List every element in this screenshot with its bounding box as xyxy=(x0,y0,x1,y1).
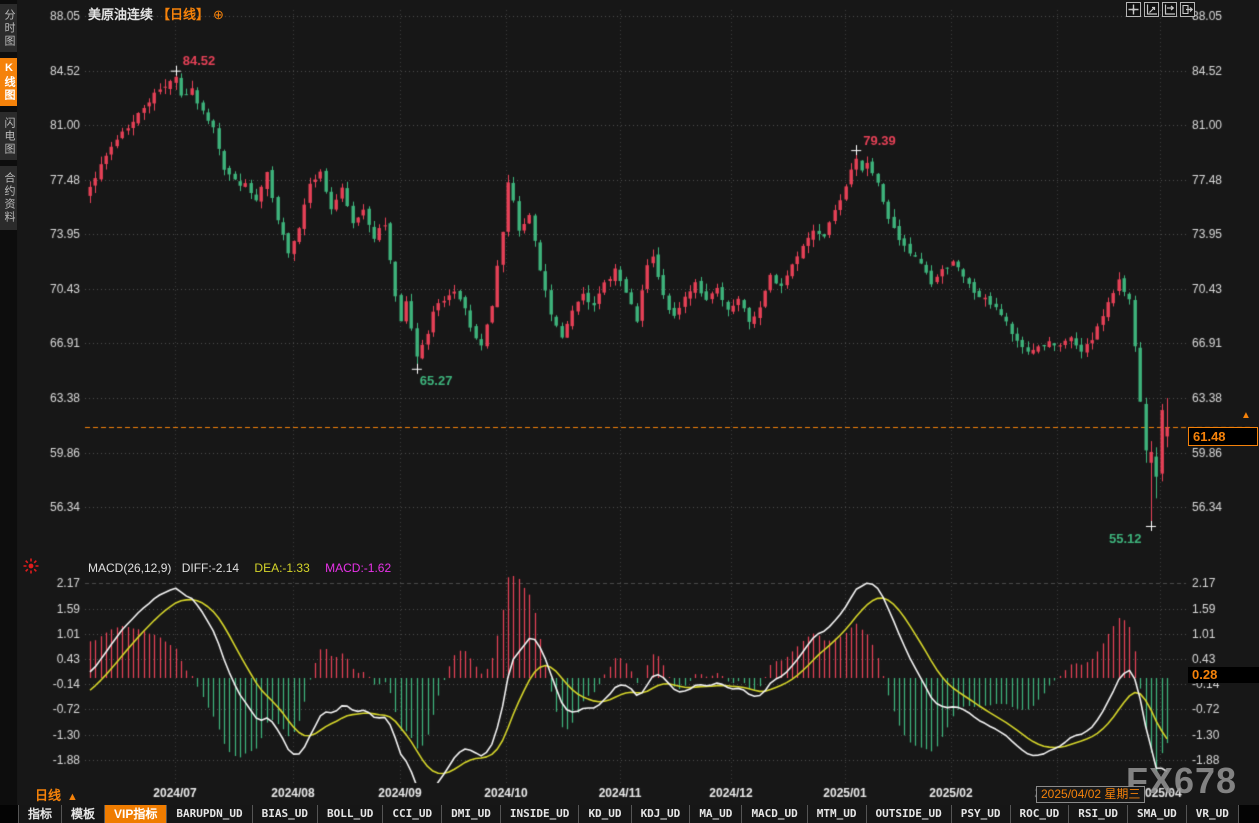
pan-crosshair-icon[interactable] xyxy=(1126,2,1141,17)
macd-macd-value: MACD:-1.62 xyxy=(325,561,391,575)
toolbar-item-mtm[interactable]: MTM_UD xyxy=(807,805,866,823)
toolbar-item-roc[interactable]: ROC_UD xyxy=(1010,805,1069,823)
macd-current-badge: 0.28 xyxy=(1188,667,1259,683)
toolbar-item-template[interactable]: 模板 xyxy=(61,805,104,823)
chart-tools xyxy=(1126,2,1195,17)
chart-canvas[interactable] xyxy=(0,0,1259,823)
crosshair-date-tooltip: 2025/04/02 星期三 xyxy=(1036,786,1145,803)
sidebar-item-kline-chart[interactable]: K线图 xyxy=(0,58,17,106)
trading-app-window: 分时图 K线图 闪电图 合约资料 美原油连续【日线】⊕ MACD xyxy=(0,0,1259,823)
toolbar-item-inside[interactable]: INSIDE_UD xyxy=(500,805,579,823)
period-selector-label: 日线 xyxy=(35,788,61,803)
toolbar-item-psy[interactable]: PSY_UD xyxy=(951,805,1010,823)
current-price-badge: 61.48 xyxy=(1188,427,1258,446)
macd-indicator-header: MACD(26,12,9) DIFF:-2.14 DEA:-1.33 MACD:… xyxy=(88,561,391,575)
toolbar-item-barupdn[interactable]: BARUPDN_UD xyxy=(166,805,251,823)
toolbar-item-boll[interactable]: BOLL_UD xyxy=(317,805,382,823)
period-selector[interactable]: 日线 ▲ xyxy=(35,785,78,804)
sidebar-item-timeline-chart[interactable]: 分时图 xyxy=(0,4,17,52)
macd-dea-value: DEA:-1.33 xyxy=(254,561,309,575)
add-compare-icon[interactable]: ⊕ xyxy=(213,7,224,22)
chart-title: 美原油连续【日线】 ⊕ xyxy=(88,4,224,23)
toolbar-item-sma[interactable]: SMA_UD xyxy=(1127,805,1186,823)
toolbar-item-bias[interactable]: BIAS_UD xyxy=(252,805,317,823)
sidebar-item-flash-chart[interactable]: 闪电图 xyxy=(0,112,17,160)
price-up-arrow-icon: ▲ xyxy=(1241,411,1251,421)
exit-right-icon[interactable] xyxy=(1180,2,1195,17)
toolbar-item-macd[interactable]: MACD_UD xyxy=(741,805,806,823)
toolbar-item-dmi[interactable]: DMI_UD xyxy=(441,805,500,823)
left-sidebar: 分时图 K线图 闪电图 合约资料 xyxy=(0,0,17,823)
toolbar-item-outside[interactable]: OUTSIDE_UD xyxy=(866,805,951,823)
toolbar-item-kdj[interactable]: KDJ_UD xyxy=(631,805,690,823)
toolbar-item-cci[interactable]: CCI_UD xyxy=(382,805,441,823)
fit-right-axis-icon[interactable] xyxy=(1162,2,1177,17)
fit-left-axis-icon[interactable] xyxy=(1144,2,1159,17)
period-selector-arrow-icon: ▲ xyxy=(67,791,78,803)
sidebar-item-contract-info[interactable]: 合约资料 xyxy=(0,166,17,230)
symbol-name: 美原油连续 xyxy=(88,7,153,22)
indicator-toolbar: 指标 模板 VIP指标 BARUPDN_UD BIAS_UD BOLL_UD C… xyxy=(0,805,1259,823)
live-indicator-icon xyxy=(22,557,40,575)
toolbar-item-rsi[interactable]: RSI_UD xyxy=(1068,805,1127,823)
macd-diff-value: DIFF:-2.14 xyxy=(182,561,239,575)
toolbar-item-ma[interactable]: MA_UD xyxy=(689,805,741,823)
toolbar-item-kd[interactable]: KD_UD xyxy=(578,805,630,823)
toolbar-item-indicator[interactable]: 指标 xyxy=(18,805,61,823)
period-tag: 【日线】 xyxy=(157,7,209,22)
toolbar-item-vr[interactable]: VR_UD xyxy=(1186,805,1239,823)
macd-name-label: MACD(26,12,9) xyxy=(88,561,171,575)
toolbar-item-vip-indicator[interactable]: VIP指标 xyxy=(104,805,166,823)
